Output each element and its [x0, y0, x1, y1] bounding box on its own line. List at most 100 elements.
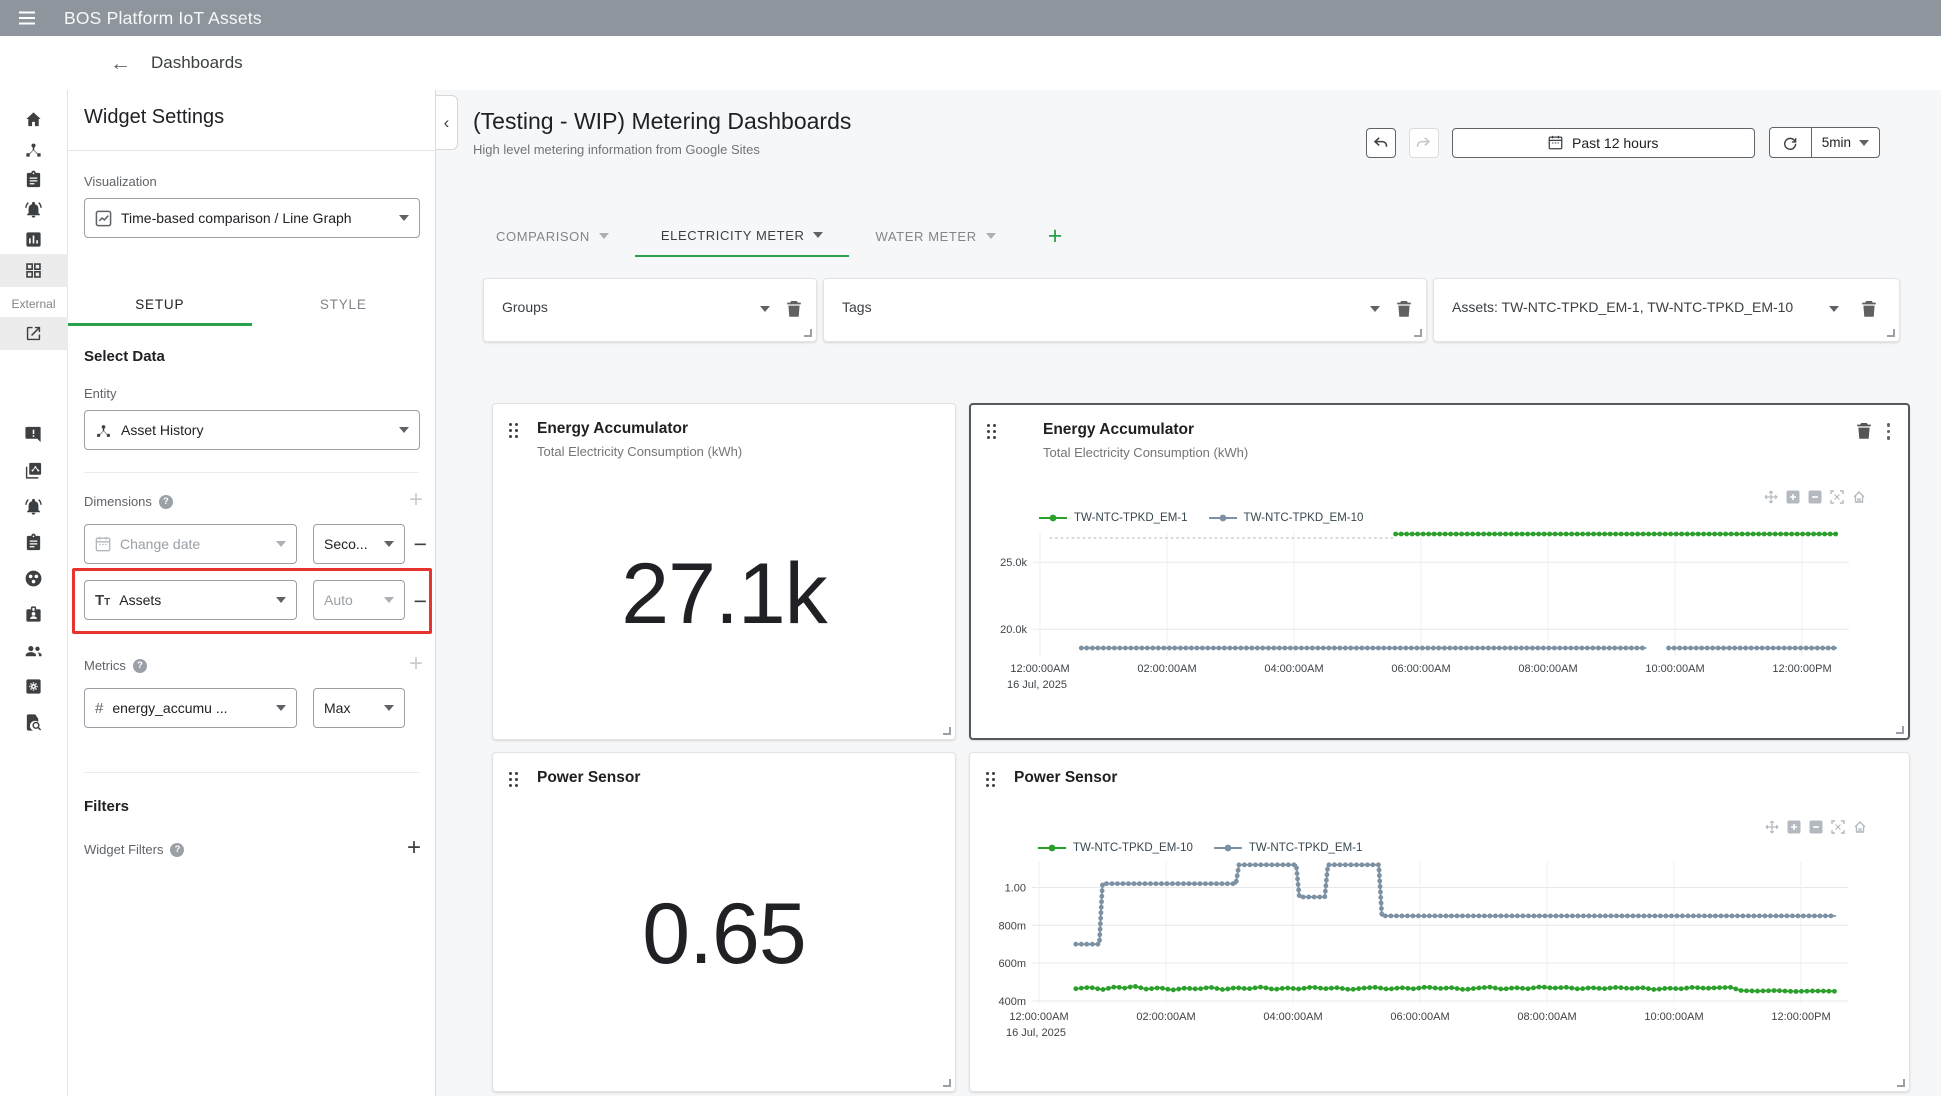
resize-handle[interactable]: [1414, 329, 1422, 337]
zoom-out-icon[interactable]: [1809, 820, 1823, 834]
drag-handle-icon[interactable]: [509, 423, 519, 439]
chart-canvas[interactable]: 25.0k20.0k12:00:00AM02:00:00AM04:00:00AM…: [971, 526, 1908, 703]
entity-select[interactable]: Asset History: [84, 410, 420, 450]
svg-text:12:00:00PM: 12:00:00PM: [1771, 1011, 1830, 1023]
svg-text:25.0k: 25.0k: [1000, 557, 1027, 569]
autoscale-icon[interactable]: [1831, 820, 1845, 834]
filter-tags[interactable]: Tags: [823, 278, 1427, 342]
tab-setup[interactable]: SETUP: [68, 282, 252, 326]
dashboard-main: ‹ (Testing - WIP) Metering Dashboards Hi…: [436, 90, 1941, 1096]
sidebar-item-tasks[interactable]: [0, 164, 68, 194]
dashboard-grid-icon: [24, 261, 43, 280]
sidebar-item-worklist[interactable]: [0, 524, 68, 560]
widget-title: Energy Accumulator: [537, 420, 742, 438]
metric-agg-select[interactable]: Max: [313, 688, 405, 728]
help-icon[interactable]: ?: [159, 495, 173, 509]
trash-icon[interactable]: [1861, 300, 1877, 318]
sidebar-item-audit[interactable]: [0, 704, 68, 740]
trash-icon[interactable]: [1396, 300, 1412, 318]
autoscale-icon[interactable]: [1830, 490, 1844, 504]
line-chart-icon: [95, 210, 112, 227]
back-arrow-icon[interactable]: ←: [110, 53, 131, 74]
resize-handle[interactable]: [1887, 329, 1895, 337]
legend-item[interactable]: TW-NTC-TPKD_EM-10: [1037, 842, 1193, 854]
sidebar-item-badge[interactable]: [0, 596, 68, 632]
filter-assets[interactable]: Assets: TW-NTC-TPKD_EM-1, TW-NTC-TPKD_EM…: [1433, 278, 1900, 342]
sidebar-item-settings[interactable]: [0, 668, 68, 704]
redo-button[interactable]: [1409, 128, 1439, 158]
help-icon[interactable]: ?: [170, 843, 184, 857]
dimension-unit-select[interactable]: Seco...: [313, 524, 405, 564]
drag-handle-icon[interactable]: [509, 772, 519, 788]
remove-dimension-button[interactable]: −: [414, 533, 427, 556]
metric-value: 27.1k: [493, 459, 955, 739]
redo-icon: [1415, 134, 1432, 151]
tab-electricity-meter[interactable]: ELECTRICITY METER: [635, 215, 850, 257]
time-range-button[interactable]: Past 12 hours: [1452, 128, 1755, 158]
tab-water-meter[interactable]: WATER METER: [849, 215, 1021, 257]
add-dimension-button[interactable]: +: [409, 488, 423, 512]
interval-select[interactable]: 5min: [1812, 128, 1879, 157]
sidebar-item-dashboards[interactable]: [0, 254, 68, 287]
add-widget-filter-button[interactable]: +: [407, 836, 421, 860]
remove-dimension-button[interactable]: −: [414, 590, 427, 613]
undo-button[interactable]: [1366, 128, 1396, 158]
resize-handle[interactable]: [1897, 1079, 1905, 1087]
reset-axes-home-icon[interactable]: [1852, 490, 1866, 504]
trash-icon[interactable]: [1856, 422, 1872, 440]
dimension-unit-select-auto[interactable]: Auto: [313, 580, 405, 620]
widget-filters-label: Widget Filters?: [84, 842, 184, 857]
resize-handle[interactable]: [804, 329, 812, 337]
dimension-field-select-assets[interactable]: TT Assets: [84, 580, 297, 620]
chevron-down-icon[interactable]: [760, 306, 770, 312]
refresh-button[interactable]: [1770, 128, 1812, 157]
filter-groups[interactable]: Groups: [483, 278, 817, 342]
svg-text:12:00:00PM: 12:00:00PM: [1772, 663, 1831, 675]
legend-item[interactable]: TW-NTC-TPKD_EM-1: [1213, 842, 1363, 854]
legend-item[interactable]: TW-NTC-TPKD_EM-10: [1208, 512, 1364, 524]
reset-axes-home-icon[interactable]: [1853, 820, 1867, 834]
visualization-select[interactable]: Time-based comparison / Line Graph: [84, 198, 420, 238]
pan-icon[interactable]: [1764, 490, 1778, 504]
pan-icon[interactable]: [1765, 820, 1779, 834]
zoom-out-icon[interactable]: [1808, 490, 1822, 504]
tab-comparison[interactable]: COMPARISON: [470, 215, 635, 257]
collapse-panel-button[interactable]: ‹: [436, 95, 458, 150]
zoom-in-icon[interactable]: [1787, 820, 1801, 834]
sidebar-item-hierarchy[interactable]: [0, 134, 68, 164]
dimension-field-select[interactable]: Change date: [84, 524, 297, 564]
sidebar-item-external-link[interactable]: [0, 317, 68, 350]
sidebar-item-media[interactable]: [0, 452, 68, 488]
resize-handle[interactable]: [943, 1079, 951, 1087]
sidebar-item-groups[interactable]: [0, 560, 68, 596]
widget-energy-accumulator-chart: Energy Accumulator Total Electricity Con…: [969, 403, 1910, 740]
toolbar: Past 12 hours 5min: [1366, 127, 1880, 158]
chevron-down-icon[interactable]: [1370, 306, 1380, 312]
drag-handle-icon[interactable]: [986, 772, 996, 788]
kebab-menu-icon[interactable]: [1885, 421, 1893, 442]
chart-canvas[interactable]: 1.00800m600m400m12:00:00AM02:00:00AM04:0…: [970, 856, 1909, 1051]
sidebar-item-alerts[interactable]: [0, 194, 68, 224]
widget-power-sensor-chart: Power Sensor TW-NTC-TPKD_EM-10TW-NTC-TPK…: [969, 752, 1910, 1092]
tab-style[interactable]: STYLE: [252, 282, 436, 326]
clipboard-icon: [24, 170, 43, 189]
add-tab-button[interactable]: +: [1048, 224, 1063, 249]
sidebar-item-reports[interactable]: [0, 224, 68, 254]
help-icon[interactable]: ?: [133, 659, 147, 673]
chevron-down-icon[interactable]: [1829, 306, 1839, 312]
sidebar-item-home[interactable]: [0, 104, 68, 134]
legend-item[interactable]: TW-NTC-TPKD_EM-1: [1038, 512, 1188, 524]
sidebar-item-feedback[interactable]: [0, 416, 68, 452]
add-metric-button[interactable]: +: [409, 652, 423, 676]
resize-handle[interactable]: [1896, 726, 1904, 734]
drag-handle-icon[interactable]: [987, 424, 997, 440]
metric-field-select[interactable]: # energy_accumu ...: [84, 688, 297, 728]
bar-chart-icon: [24, 230, 43, 249]
resize-handle[interactable]: [943, 727, 951, 735]
text-fields-icon: TT: [95, 593, 110, 608]
zoom-in-icon[interactable]: [1786, 490, 1800, 504]
sidebar-item-users[interactable]: [0, 632, 68, 668]
trash-icon[interactable]: [786, 300, 802, 318]
sidebar-item-notifications[interactable]: [0, 488, 68, 524]
menu-icon[interactable]: [16, 7, 38, 29]
